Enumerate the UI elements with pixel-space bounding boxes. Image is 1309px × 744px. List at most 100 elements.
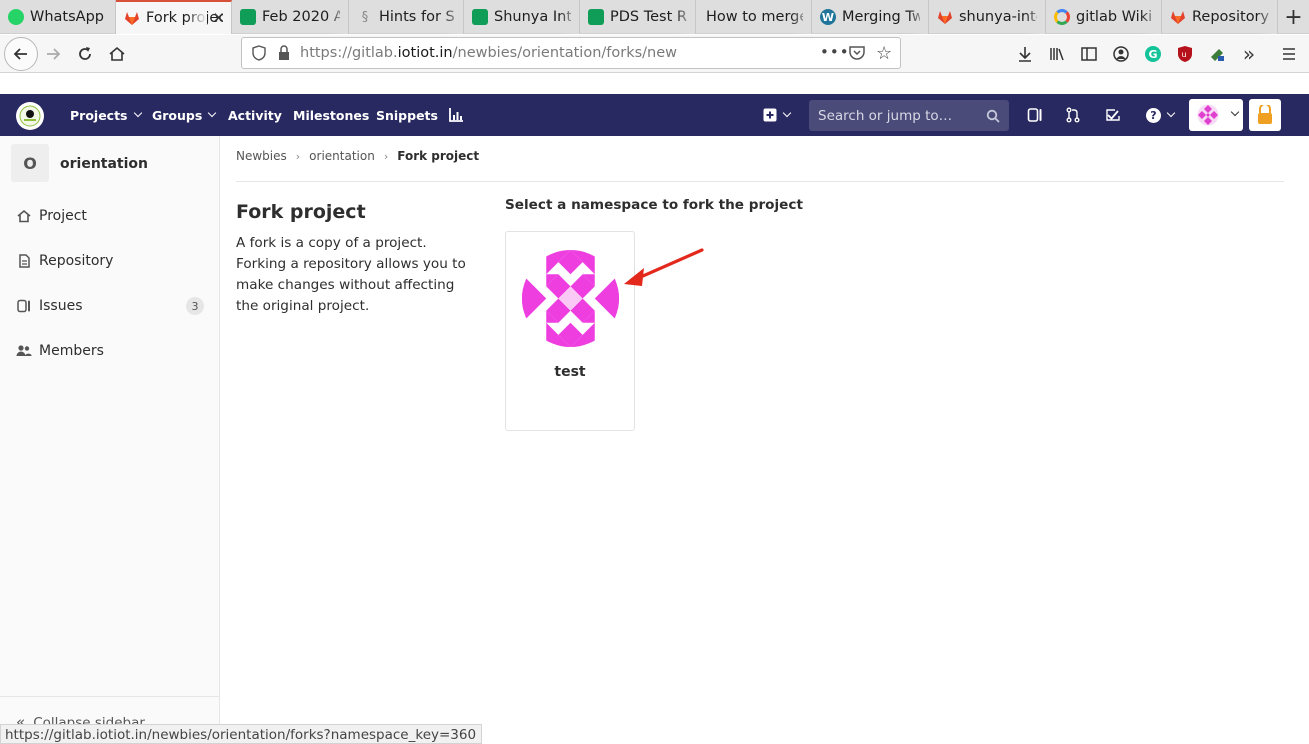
reload-button[interactable] [70, 39, 100, 69]
library-icon[interactable] [1042, 39, 1072, 69]
gitlab-logo-icon[interactable] [16, 102, 44, 130]
divider [236, 181, 1284, 182]
url-text[interactable]: https://gitlab.iotiot.in/newbies/orienta… [300, 45, 677, 61]
wordpress-icon: W [820, 9, 836, 25]
browser-tab[interactable]: W Merging Two [812, 0, 929, 34]
users-icon [16, 343, 32, 359]
user-menu-dropdown[interactable] [1189, 99, 1243, 131]
bookmark-star-icon[interactable]: ☆ [876, 43, 892, 64]
chart-icon[interactable] [446, 94, 466, 136]
nav-milestones[interactable]: Milestones [293, 94, 369, 136]
browser-tab[interactable]: Repository [1162, 0, 1278, 34]
extension-icon[interactable] [1202, 39, 1232, 69]
namespace-card[interactable]: test [505, 231, 635, 431]
forward-button[interactable] [38, 39, 68, 69]
search-input[interactable]: Search or jump to… [809, 100, 1009, 131]
link-icon: § [361, 9, 369, 25]
google-icon [1054, 9, 1070, 25]
forward-arrow-icon [47, 48, 61, 60]
chevron-right-icon: › [383, 149, 389, 163]
breadcrumb: Newbies › orientation › Fork project [236, 149, 479, 163]
chevron-down-icon [1166, 108, 1176, 118]
back-arrow-icon [13, 48, 27, 60]
breadcrumb-link[interactable]: Newbies [236, 149, 287, 163]
address-bar[interactable]: https://gitlab.iotiot.in/newbies/orienta… [241, 37, 901, 69]
new-item-dropdown[interactable] [758, 94, 794, 136]
browser-tab[interactable]: How to merge [696, 0, 812, 34]
page-title: Fork project [236, 201, 366, 223]
sheets-icon [588, 9, 604, 25]
hamburger-menu-icon[interactable] [1274, 39, 1304, 69]
extension-badge-icon[interactable] [1249, 99, 1281, 131]
breadcrumb-link[interactable]: orientation [309, 149, 375, 163]
doc-icon [16, 253, 32, 269]
account-icon[interactable] [1106, 39, 1136, 69]
gitlab-icon [1171, 11, 1185, 24]
nav-snippets[interactable]: Snippets [376, 94, 438, 136]
nav-groups[interactable]: Groups [152, 94, 217, 136]
chevron-down-icon [782, 108, 791, 118]
chevron-right-icon: › [295, 149, 301, 163]
lock-icon[interactable] [277, 45, 291, 65]
browser-tab[interactable]: Shunya Interns [464, 0, 580, 34]
issues-count-badge: 3 [186, 297, 204, 315]
namespace-name[interactable]: test [506, 364, 634, 380]
grammarly-icon[interactable]: G [1138, 39, 1168, 69]
pocket-icon[interactable] [848, 44, 866, 66]
fork-description: A fork is a copy of a project. Forking a… [236, 235, 466, 314]
browser-tab[interactable]: PDS Test Results [580, 0, 696, 34]
project-name[interactable]: orientation [60, 156, 148, 172]
gitlab-icon [125, 12, 139, 25]
gitlab-navbar: Projects Groups Activity Milestones Snip… [0, 94, 1309, 136]
project-avatar[interactable]: O [11, 144, 49, 182]
svg-text:u: u [1182, 50, 1187, 59]
sheets-icon [472, 9, 488, 25]
overflow-menu-icon[interactable]: » [1234, 39, 1264, 69]
sheets-icon [240, 9, 256, 25]
sidebar-item-repository[interactable]: Repository [0, 243, 219, 279]
question-icon: ? [1146, 107, 1161, 123]
sidebar-item-project[interactable]: Project [0, 198, 219, 234]
browser-tab[interactable]: Feb 2020 Attendance [232, 0, 349, 34]
identicon [522, 250, 619, 347]
home-icon [16, 208, 32, 224]
page-actions-icon[interactable]: ••• [820, 43, 850, 61]
shield-icon[interactable] [251, 45, 267, 65]
home-icon [109, 46, 125, 61]
nav-projects[interactable]: Projects [70, 94, 142, 136]
new-tab-button[interactable]: + [1278, 0, 1309, 34]
todos-icon[interactable] [1102, 94, 1124, 136]
browser-tab-active[interactable]: Fork project ✕ [116, 0, 232, 34]
issues-icon [16, 298, 32, 314]
namespace-heading: Select a namespace to fork the project [505, 197, 803, 213]
home-button[interactable] [102, 39, 132, 69]
status-bar-url: https://gitlab.iotiot.in/newbies/orienta… [0, 724, 483, 744]
breadcrumb-current[interactable]: Fork project [397, 149, 479, 163]
back-button[interactable] [4, 37, 38, 71]
nav-activity[interactable]: Activity [228, 94, 282, 136]
browser-tab[interactable]: § Hints for Submission [349, 0, 464, 34]
downloads-icon[interactable] [1010, 39, 1040, 69]
chevron-down-icon [1230, 107, 1240, 117]
help-dropdown[interactable]: ? [1142, 94, 1178, 136]
chevron-down-icon [208, 108, 217, 118]
merge-request-icon[interactable] [1062, 94, 1084, 136]
issues-icon[interactable] [1024, 94, 1046, 136]
whatsapp-icon [8, 9, 24, 25]
plus-square-icon [763, 108, 776, 122]
namespace-avatar[interactable] [522, 250, 619, 347]
chevron-down-icon [133, 108, 142, 118]
sidebar-toggle-icon[interactable] [1074, 39, 1104, 69]
avatar [1197, 104, 1219, 126]
gitlab-icon [938, 11, 952, 24]
browser-tab[interactable]: WhatsApp [0, 0, 116, 34]
search-icon [986, 108, 1000, 127]
close-tab-icon[interactable]: ✕ [212, 9, 225, 27]
browser-tab-strip: WhatsApp Fork project ✕ Feb 2020 Attenda… [0, 0, 1309, 34]
ublock-icon[interactable]: u [1170, 39, 1200, 69]
browser-tab[interactable]: gitlab Wiki [1046, 0, 1162, 34]
reload-icon [79, 47, 91, 60]
sidebar-item-issues[interactable]: Issues 3 [0, 288, 219, 324]
sidebar-item-members[interactable]: Members [0, 333, 219, 369]
browser-tab[interactable]: shunya-interns [929, 0, 1046, 34]
